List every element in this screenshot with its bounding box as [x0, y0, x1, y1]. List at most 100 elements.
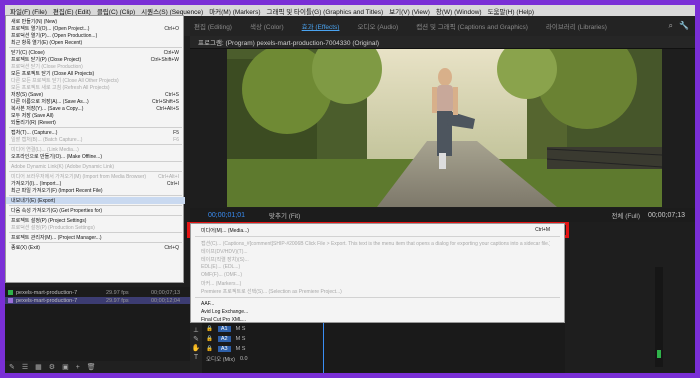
grid-view-icon[interactable]: ▦ — [35, 363, 42, 371]
track-controls[interactable]: M S — [236, 326, 246, 332]
file-menu-item[interactable]: 닫기(C) (Close) Ctrl+W — [6, 49, 185, 57]
project-item-framerate: 29.97 fps — [106, 289, 129, 296]
export-menu-item: 캡션(C)... (Captions_#[comment]SHIP-#2006B… — [191, 239, 564, 247]
file-menu-item[interactable]: 가져오기(I)... (Import...) Ctrl+I — [6, 180, 185, 188]
export-menu-item[interactable]: Final Cut Pro XML... — [191, 316, 564, 324]
file-menu-item[interactable]: 프로젝트 설정(P) (Project Settings) — [6, 217, 185, 224]
file-menu-item: Adobe Dynamic Link(K) (Adobe Dynamic Lin… — [6, 163, 185, 170]
file-menu-item[interactable]: 다른 이름으로 저장(A)... (Save As...) Ctrl+Shift+… — [6, 98, 185, 106]
file-menu-item[interactable]: 오프라인으로 만들기(O)... (Make Offline...) — [6, 153, 185, 160]
menu-window[interactable]: 창(W) (Window) — [433, 6, 485, 16]
trash-icon[interactable]: 🗑 — [87, 363, 96, 371]
menu-markers[interactable]: 마커(M) (Markers) — [206, 6, 263, 16]
workspace-tab-effects[interactable]: 효과 (Effects) — [293, 21, 349, 31]
audio-meter-level — [657, 350, 661, 358]
track-name[interactable]: A2 — [217, 336, 231, 342]
mix-track-header: 오디오 (Mix) 0.0 — [206, 355, 248, 363]
menu-item-label: 프로젝트 설정(P) (Project Settings) — [11, 218, 87, 224]
menu-item-shortcut: Ctrl+Shift+S — [152, 98, 179, 105]
menu-item-label: 내보내기(E) (Export) — [11, 198, 56, 204]
menu-edit[interactable]: 편집(E) (Edit) — [50, 6, 94, 16]
menu-sequence[interactable]: 시퀀스(S) (Sequence) — [138, 6, 206, 16]
lock-icon[interactable]: 🔒 — [206, 336, 213, 342]
menu-item-label: 테이프(DV/HDV)(T)... — [201, 248, 248, 255]
menu-item-label: AAF... — [201, 301, 215, 307]
menu-clip[interactable]: 클립(C) (Clip) — [94, 6, 138, 16]
menu-item-label: 되돌리기(R) (Revert) — [11, 120, 56, 126]
export-menu-item[interactable]: AAF... — [191, 300, 564, 308]
file-menu-item[interactable]: 최근 파일 가져오기(F) (Import Recent File) — [6, 187, 185, 194]
track-controls[interactable]: M S — [236, 336, 246, 342]
menu-item-label: 일괄 캡처(B)... (Batch Capture...) — [11, 137, 83, 143]
file-menu-item[interactable]: 복사본 저장(Y)... (Save a Copy...) Ctrl+Alt+S — [6, 105, 185, 113]
menu-item-label: Premiere 프로젝트로 선택(S)... (Selection as Pr… — [201, 288, 342, 295]
resolution-dropdown[interactable]: 전체 (Full) — [611, 210, 648, 220]
lock-icon[interactable]: 🔒 — [206, 326, 213, 332]
new-item-icon[interactable]: + — [76, 364, 80, 371]
menu-graphics[interactable]: 그래픽 및 타이틀(G) (Graphics and Titles) — [264, 6, 387, 16]
file-menu-item[interactable]: 프로젝트 닫기(P) (Close Project) Ctrl+Shift+W — [6, 56, 185, 64]
file-menu-item: 미디어 연결(L)... (Link Media...) — [6, 146, 185, 153]
label-color-swatch — [8, 298, 13, 303]
workspace-tab-libraries[interactable]: 라이브러리 (Libraries) — [537, 21, 616, 31]
export-menu-item[interactable]: 미디어(M)... (Media...) Ctrl+M — [191, 226, 564, 234]
track-name[interactable]: A1 — [217, 326, 231, 332]
menu-item-shortcut: F5 — [173, 129, 179, 136]
file-menu-item[interactable]: 최근 항목 열기(E) (Open Recent) — [6, 39, 185, 46]
pen-icon[interactable]: ✎ — [9, 363, 15, 371]
export-menu-item: EDL(E)... (EDL...) — [191, 263, 564, 271]
menu-item-label: 가져오기(I)... (Import...) — [11, 181, 62, 187]
project-item[interactable]: pexels-mart-production-7 29.97 fps 00;00… — [5, 289, 190, 296]
pen-tool-icon[interactable]: ✎ — [190, 335, 202, 344]
menu-item-shortcut: Ctrl+S — [164, 91, 179, 98]
export-menu-item: 마커... (Markers...) — [191, 279, 564, 287]
lock-icon[interactable]: 🔒 — [206, 346, 213, 352]
file-menu-item[interactable]: 종료(X) (Exit) Ctrl+Q — [6, 244, 185, 252]
hand-tool-icon[interactable]: ✋ — [190, 344, 202, 353]
file-menu-item[interactable]: 프로젝트 관리자(M)... (Project Manager...) — [6, 234, 185, 241]
settings-icon[interactable]: ⚙ — [49, 363, 55, 371]
mix-volume[interactable]: 0.0 — [240, 356, 248, 362]
menu-separator — [9, 171, 182, 172]
wrench-icon[interactable]: 🔧 — [679, 21, 689, 31]
video-preview-image — [227, 49, 662, 207]
workspace-tab-color[interactable]: 색상 (Color) — [241, 21, 293, 31]
current-timecode[interactable]: 00;00;01;01 — [190, 212, 245, 219]
file-menu-item[interactable]: 되돌리기(R) (Revert) — [6, 119, 185, 126]
timeline-playhead[interactable] — [323, 317, 324, 373]
project-item[interactable]: pexels-mart-production-7 29.97 fps 00;00… — [5, 297, 190, 304]
program-monitor-title[interactable]: 프로그램: (Program) pexels-mart-production-7… — [198, 37, 379, 47]
menu-item-shortcut: Ctrl+O — [164, 25, 179, 32]
menu-item-label: 미디어 브라우저에서 가져오기(M) (Import from Media Br… — [11, 174, 147, 180]
file-menu-item[interactable]: 프로덕션 열기(P)... (Open Production...) — [6, 32, 185, 39]
search-icon[interactable]: ⌕ — [669, 21, 673, 31]
menu-item-label: 미디어(M)... (Media...) — [201, 227, 249, 234]
razor-tool-icon[interactable]: ⟂ — [190, 326, 202, 335]
file-menu-item[interactable]: 캡처(T)... (Capture...) F5 — [6, 129, 185, 137]
menu-file[interactable]: 파일(F) (File) — [7, 6, 50, 16]
file-menu-item[interactable]: 새로 만들기(N) (New) — [6, 18, 185, 25]
file-menu-item[interactable]: 내보내기(E) (Export) — [6, 197, 185, 204]
menu-help[interactable]: 도움말(H) (Help) — [485, 6, 537, 16]
file-menu-item[interactable]: 다음 속성 가져오기(G) (Get Properties for) — [6, 207, 185, 214]
menu-item-label: 최근 항목 열기(E) (Open Recent) — [11, 40, 83, 46]
timeline-panel: ▸ ⟂ ✎ ✋ T 🔒 A1 M S 🔒 A2 M S 🔒 A3 M S 오디오… — [190, 317, 565, 373]
track-controls[interactable]: M S — [236, 346, 246, 352]
track-name[interactable]: A3 — [217, 346, 231, 352]
menu-separator — [9, 195, 182, 196]
menu-view[interactable]: 보기(V) (View) — [386, 6, 433, 16]
list-view-icon[interactable]: ☰ — [22, 363, 28, 371]
workspace-tab-captions[interactable]: 캡션 및 그래픽 (Captions and Graphics) — [407, 21, 537, 31]
folder-icon[interactable]: ▣ — [62, 363, 69, 371]
menu-item-label: 저장(S) (Save) — [11, 92, 43, 98]
file-menu-item[interactable]: 프로젝트 열기(O)... (Open Project...) Ctrl+O — [6, 25, 185, 33]
file-menu-item[interactable]: 모든 프로젝트 닫기 (Close All Projects) — [6, 70, 185, 77]
menu-item-label: 모든 프로젝트 닫기 (Close All Projects) — [11, 71, 95, 77]
workspace-tab-audio[interactable]: 오디오 (Audio) — [348, 21, 407, 31]
export-menu-item[interactable]: Avid Log Exchange... — [191, 308, 564, 316]
file-menu-item[interactable]: 저장(S) (Save) Ctrl+S — [6, 91, 185, 99]
type-tool-icon[interactable]: T — [190, 353, 202, 362]
fit-dropdown[interactable]: 맞추기 (Fit) — [245, 210, 300, 220]
file-menu-item[interactable]: 모두 저장 (Save All) — [6, 112, 185, 119]
workspace-tab-editing[interactable]: 편집 (Editing) — [185, 21, 241, 31]
